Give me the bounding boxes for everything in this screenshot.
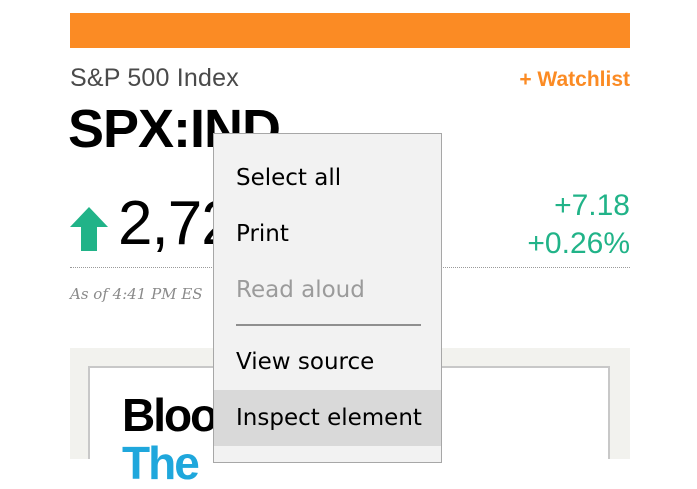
promo-logo-text: Bloo	[122, 389, 218, 441]
arrow-up-icon	[70, 207, 108, 251]
menu-item-select-all[interactable]: Select all	[214, 150, 441, 206]
menu-separator	[236, 324, 421, 326]
price-change-percent: +0.26%	[527, 227, 630, 260]
menu-item-view-source[interactable]: View source	[214, 334, 441, 390]
menu-item-read-aloud: Read aloud	[236, 277, 365, 303]
menu-item-inspect-element[interactable]: Inspect element	[214, 390, 441, 446]
add-to-watchlist-link[interactable]: + Watchlist	[519, 68, 630, 92]
menu-item-print[interactable]: Print	[214, 206, 441, 262]
index-name: S&P 500 Index	[70, 64, 239, 92]
brand-bar	[70, 13, 630, 48]
context-menu: Select all Print Read aloud View source …	[213, 133, 442, 463]
quote-timestamp: As of 4:41 PM ES	[70, 285, 203, 303]
promo-logo-subtext: The	[122, 437, 200, 489]
price-change: +7.18	[554, 189, 630, 222]
